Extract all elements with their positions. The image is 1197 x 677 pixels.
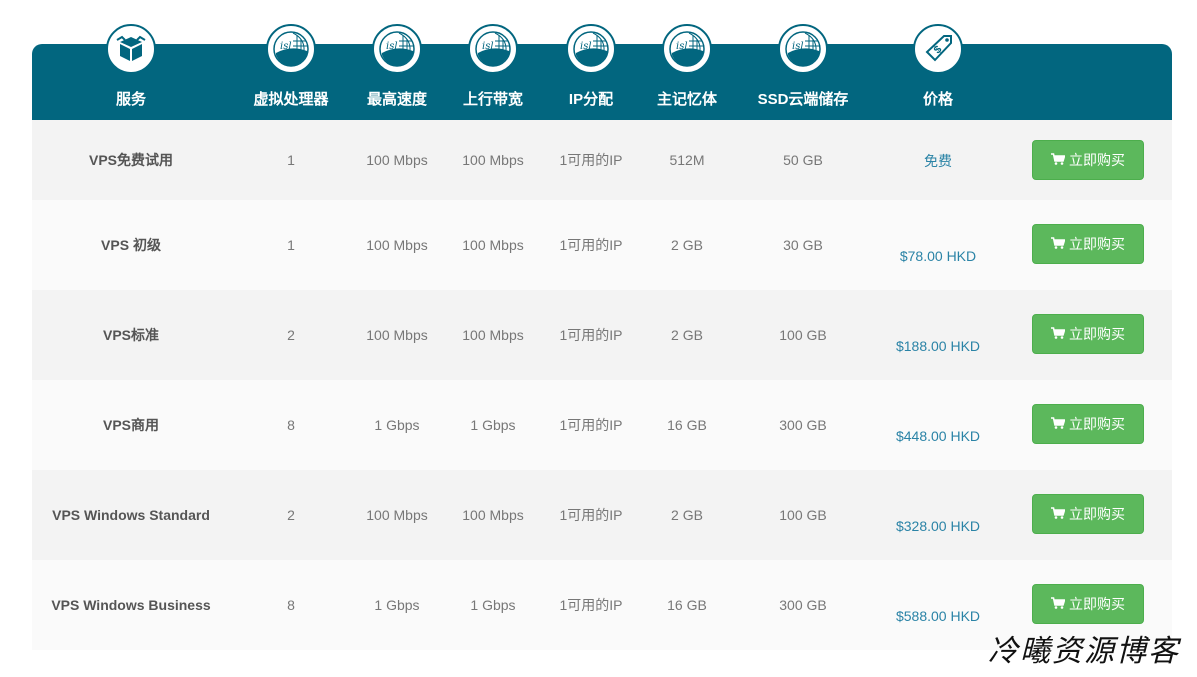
cell-speed: 100 Mbps bbox=[366, 237, 428, 253]
price-value: $588.00 HKD bbox=[895, 608, 981, 624]
box-icon bbox=[106, 24, 156, 74]
cell-ip: 1可用的IP bbox=[559, 327, 623, 343]
cart-icon bbox=[1051, 416, 1069, 432]
header-label: 价格 bbox=[922, 91, 953, 108]
cell-ip: 1可用的IP bbox=[559, 152, 623, 168]
cell-ip: 1可用的IP bbox=[559, 417, 623, 433]
cell-ssd: 50 GB bbox=[783, 152, 823, 168]
cell-speed: 100 Mbps bbox=[366, 507, 428, 523]
table-row: VPS免费试用 1 100 Mbps 100 Mbps 1可用的IP 512M 50 GB 免… bbox=[32, 120, 1172, 200]
cell-bandwidth: 100 Mbps bbox=[462, 327, 524, 343]
cell-ram: 2 GB bbox=[671, 237, 703, 253]
cell-ssd: 300 GB bbox=[779, 417, 827, 433]
buy-now-button[interactable]: 立即购买 bbox=[1032, 404, 1144, 444]
cell-ram: 2 GB bbox=[671, 327, 703, 343]
cell-ssd: 30 GB bbox=[783, 237, 823, 253]
icon-text: isl bbox=[280, 41, 292, 52]
cell-name: VPS标准 bbox=[102, 327, 159, 343]
cell-bandwidth: 100 Mbps bbox=[462, 237, 524, 253]
buy-button-label: 立即购买 bbox=[1069, 596, 1125, 612]
price-value: $188.00 HKD bbox=[895, 338, 981, 354]
cell-ram: 2 GB bbox=[671, 507, 703, 523]
buy-now-button[interactable]: 立即购买 bbox=[1032, 584, 1144, 624]
header-col-0: 服务 bbox=[61, 24, 201, 120]
header-label: SSD云端储存 bbox=[757, 91, 849, 108]
buy-now-button[interactable]: 立即购买 bbox=[1032, 224, 1144, 264]
cell-cpu: 8 bbox=[287, 417, 295, 433]
buy-now-button[interactable]: 立即购买 bbox=[1032, 314, 1144, 354]
cell-ip: 1可用的IP bbox=[559, 237, 623, 253]
isl-globe-icon: isl bbox=[468, 24, 518, 74]
table-row: VPS标准 2 100 Mbps 100 Mbps 1可用的IP 2 GB 100 GB $1… bbox=[32, 290, 1172, 380]
table-row: VPS商用 8 1 Gbps 1 Gbps 1可用的IP 16 GB 300 GB $448.… bbox=[32, 380, 1172, 470]
price-tag-icon: $ bbox=[913, 24, 963, 74]
cell-name: VPS Windows Business bbox=[51, 597, 211, 613]
cell-name: VPS Windows Standard bbox=[52, 507, 210, 523]
header-col-6: isl SSD云端储存 bbox=[733, 24, 873, 120]
cell-ssd: 300 GB bbox=[779, 597, 827, 613]
icon-text: isl bbox=[676, 41, 688, 52]
cell-ssd: 100 GB bbox=[779, 327, 827, 343]
icon-text: isl bbox=[580, 41, 592, 52]
cell-bandwidth: 1 Gbps bbox=[470, 597, 516, 613]
cart-icon bbox=[1051, 596, 1069, 612]
cell-cpu: 1 bbox=[287, 152, 295, 168]
isl-globe-icon: isl bbox=[372, 24, 422, 74]
icon-text: isl bbox=[386, 41, 398, 52]
cell-speed: 100 Mbps bbox=[366, 327, 428, 343]
header-col-7: $ 价格 bbox=[868, 24, 1008, 120]
cell-name: VPS商用 bbox=[102, 417, 159, 433]
cart-icon bbox=[1051, 326, 1069, 342]
cell-bandwidth: 100 Mbps bbox=[462, 152, 524, 168]
buy-button-label: 立即购买 bbox=[1069, 506, 1125, 522]
table-row: VPS Windows Standard 2 100 Mbps 100 Mbps 1可用… bbox=[32, 470, 1172, 560]
buy-button-label: 立即购买 bbox=[1069, 152, 1125, 168]
icon-text: isl bbox=[482, 41, 494, 52]
cell-cpu: 2 bbox=[287, 507, 295, 523]
isl-globe-icon: isl bbox=[778, 24, 828, 74]
cart-icon bbox=[1051, 152, 1069, 168]
cell-ip: 1可用的IP bbox=[559, 597, 623, 613]
cell-ram: 512M bbox=[669, 152, 705, 168]
buy-button-label: 立即购买 bbox=[1069, 416, 1125, 432]
buy-button-label: 立即购买 bbox=[1069, 236, 1125, 252]
header-label: 服务 bbox=[115, 91, 146, 108]
table-body: VPS免费试用 1 100 Mbps 100 Mbps 1可用的IP 512M 50 GB 免… bbox=[32, 120, 1172, 650]
cell-name: VPS免费试用 bbox=[88, 152, 173, 168]
icon-text: isl bbox=[792, 41, 804, 52]
buy-button-label: 立即购买 bbox=[1069, 326, 1125, 342]
cell-ram: 16 GB bbox=[667, 597, 707, 613]
isl-globe-icon: isl bbox=[662, 24, 712, 74]
cart-icon bbox=[1051, 506, 1069, 522]
cart-icon bbox=[1051, 236, 1069, 252]
pricing-table: 服务 isl 虚拟处理器 isl 最高速度 isl 上行带宽 isl IP分配 isl 主记忆体 is… bbox=[32, 24, 1172, 650]
table-row: VPS 初级 1 100 Mbps 100 Mbps 1可用的IP 2 GB 30 GB $7… bbox=[32, 200, 1172, 290]
cell-speed: 1 Gbps bbox=[374, 597, 420, 613]
price-value: $448.00 HKD bbox=[895, 428, 981, 444]
price-value: $328.00 HKD bbox=[895, 518, 981, 534]
cell-ram: 16 GB bbox=[667, 417, 707, 433]
cell-bandwidth: 100 Mbps bbox=[462, 507, 524, 523]
cell-speed: 1 Gbps bbox=[374, 417, 420, 433]
watermark: 冷曦资源博客 bbox=[988, 634, 1180, 669]
cell-cpu: 2 bbox=[287, 327, 295, 343]
cell-ssd: 100 GB bbox=[779, 507, 827, 523]
buy-now-button[interactable]: 立即购买 bbox=[1032, 494, 1144, 534]
buy-now-button[interactable]: 立即购买 bbox=[1032, 140, 1144, 180]
price-value: $78.00 HKD bbox=[899, 248, 977, 264]
isl-globe-icon: isl bbox=[266, 24, 316, 74]
cell-name: VPS 初级 bbox=[101, 237, 161, 253]
price-value: 免费 bbox=[924, 153, 952, 169]
isl-globe-icon: isl bbox=[566, 24, 616, 74]
cell-ip: 1可用的IP bbox=[559, 507, 623, 523]
table-header: 服务 isl 虚拟处理器 isl 最高速度 isl 上行带宽 isl IP分配 isl 主记忆体 is… bbox=[32, 24, 1172, 120]
cell-speed: 100 Mbps bbox=[366, 152, 428, 168]
svg-text:$: $ bbox=[932, 44, 945, 57]
cell-bandwidth: 1 Gbps bbox=[470, 417, 516, 433]
cell-cpu: 8 bbox=[287, 597, 295, 613]
cell-cpu: 1 bbox=[287, 237, 295, 253]
